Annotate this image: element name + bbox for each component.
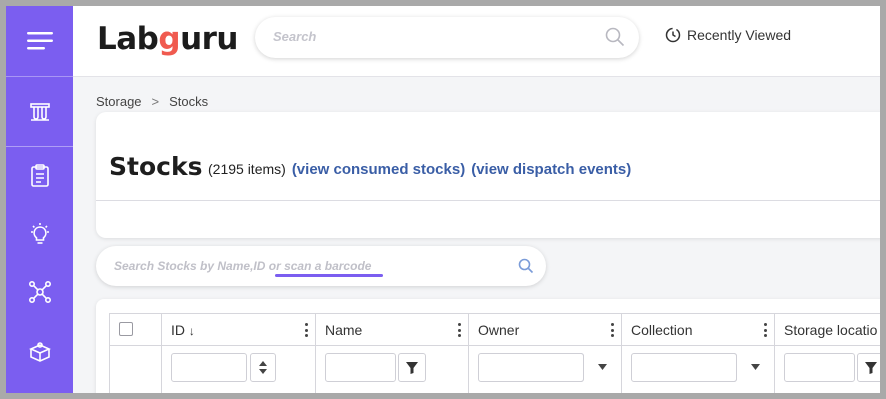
breadcrumb-storage[interactable]: Storage	[96, 94, 142, 109]
column-collection: Collection	[621, 314, 774, 393]
title-card-divider	[96, 200, 880, 201]
name-filter-input[interactable]	[325, 353, 396, 382]
name-filter-button[interactable]	[398, 353, 426, 382]
labguru-logo[interactable]: Labguru	[97, 21, 239, 57]
column-collection-label: Collection	[631, 322, 693, 338]
owner-filter-dropdown[interactable]	[546, 353, 584, 382]
page-title: Stocks	[109, 152, 203, 181]
id-filter-stepper[interactable]	[250, 353, 276, 382]
sidebar-item-network[interactable]	[6, 264, 73, 320]
view-consumed-stocks-link[interactable]: (view consumed stocks)	[292, 161, 465, 178]
stock-search[interactable]: Search Stocks by Name,ID or scan a barco…	[96, 246, 546, 286]
checkbox-header	[110, 314, 161, 346]
column-storage-location: Storage locatio	[774, 314, 880, 393]
breadcrumb-stocks: Stocks	[169, 94, 209, 109]
column-storage-location-label: Storage locatio	[784, 322, 878, 338]
column-storage-location-filter	[775, 346, 880, 388]
sidebar-divider	[6, 146, 73, 147]
title-meta: (2195 items) (view consumed stocks) (vie…	[208, 161, 631, 178]
filter-icon	[406, 361, 418, 374]
storage-location-filter-button[interactable]	[857, 353, 880, 382]
view-dispatch-events-link[interactable]: (view dispatch events)	[471, 161, 631, 178]
recently-viewed-button[interactable]: Recently Viewed	[665, 27, 791, 43]
filter-icon	[865, 361, 877, 374]
clipboard-icon	[30, 164, 49, 187]
app-frame: Labguru Recently Viewed Storage > Stocks…	[6, 6, 880, 393]
column-collection-header[interactable]: Collection	[622, 314, 774, 346]
column-owner: Owner	[468, 314, 621, 393]
title-card: Stocks (2195 items) (view consumed stock…	[96, 112, 880, 238]
breadcrumb-separator: >	[151, 94, 160, 109]
global-search-input[interactable]	[273, 29, 573, 44]
sidebar-item-protocols[interactable]	[6, 148, 73, 204]
column-id: ID ↓	[161, 314, 315, 393]
chevron-down-icon	[751, 364, 760, 370]
chevron-down-icon	[598, 364, 607, 370]
search-icon[interactable]	[518, 258, 534, 274]
menu-icon	[26, 32, 53, 50]
logo-text-post: uru	[180, 21, 239, 57]
stocks-grid: ID ↓ Name Owner Collection Storage locat…	[96, 299, 880, 393]
column-id-label: ID ↓	[171, 322, 195, 338]
item-count: (2195 items)	[208, 161, 286, 177]
column-id-menu-icon[interactable]	[304, 323, 308, 337]
column-owner-menu-icon[interactable]	[610, 323, 614, 337]
barcode-underline	[275, 274, 383, 277]
sidebar-item-ideas[interactable]	[6, 206, 73, 262]
column-name-label: Name	[325, 322, 363, 338]
column-collection-filter	[622, 346, 774, 388]
column-storage-location-header[interactable]: Storage locatio	[775, 314, 880, 346]
checkbox-column	[109, 314, 161, 393]
column-name-menu-icon[interactable]	[457, 323, 461, 337]
breadcrumb: Storage > Stocks	[96, 94, 208, 109]
collection-filter-dropdown[interactable]	[699, 353, 737, 382]
sidebar-item-samples[interactable]	[6, 84, 73, 140]
column-owner-header[interactable]: Owner	[469, 314, 621, 346]
column-collection-menu-icon[interactable]	[763, 323, 767, 337]
storage-location-filter-input[interactable]	[784, 353, 855, 382]
sidebar	[6, 6, 73, 393]
column-id-filter	[162, 346, 315, 388]
grid-table: ID ↓ Name Owner Collection Storage locat…	[109, 313, 880, 393]
stock-search-placeholder: Search Stocks by Name,ID or scan a barco…	[114, 259, 372, 273]
lightbulb-icon	[30, 223, 49, 244]
sidebar-item-storage[interactable]	[6, 324, 73, 380]
logo-text-pre: Lab	[97, 21, 159, 57]
sort-desc-icon: ↓	[188, 324, 195, 338]
logo-text-g: g	[158, 21, 181, 57]
test-tubes-icon	[29, 103, 50, 121]
history-clock-icon	[665, 27, 681, 43]
recently-viewed-label: Recently Viewed	[687, 27, 792, 43]
column-name-header[interactable]: Name	[316, 314, 468, 346]
id-filter-input[interactable]	[171, 353, 247, 382]
column-name-filter	[316, 346, 468, 388]
top-header: Labguru Recently Viewed	[73, 6, 880, 77]
column-id-header[interactable]: ID ↓	[162, 314, 315, 346]
column-owner-filter	[469, 346, 621, 388]
stepper-down-icon[interactable]	[259, 369, 267, 374]
stepper-up-icon[interactable]	[259, 361, 267, 366]
network-icon	[28, 280, 51, 303]
menu-button[interactable]	[6, 6, 73, 77]
column-owner-label: Owner	[478, 322, 520, 338]
box-icon	[28, 342, 51, 362]
column-name: Name	[315, 314, 468, 393]
global-search	[255, 17, 639, 58]
select-all-checkbox[interactable]	[119, 322, 133, 336]
search-icon[interactable]	[605, 27, 625, 47]
